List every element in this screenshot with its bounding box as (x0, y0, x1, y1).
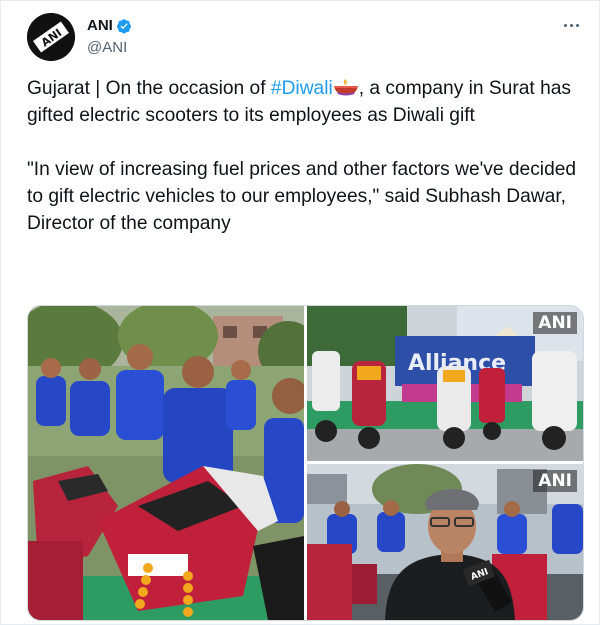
diya-lamp-icon (333, 79, 358, 96)
photo-director-interview[interactable]: ANI ANI (307, 464, 583, 620)
avatar[interactable]: ANI (27, 13, 75, 61)
tweet-paragraph-1: Gujarat | On the occasion of #Diwali , a… (27, 78, 572, 126)
user-handle[interactable]: @ANI (87, 39, 127, 56)
verified-badge-icon (116, 18, 131, 33)
tweet-card: ANI ANI @ANI Gujarat | On the occasion o… (0, 0, 600, 625)
display-name[interactable]: ANI (87, 17, 113, 34)
hashtag-link[interactable]: #Diwali (271, 78, 333, 99)
name-row: ANI (87, 17, 132, 34)
tweet-paragraph-2: "In view of increasing fuel prices and o… (27, 159, 577, 234)
tweet-text: Gujarat | On the occasion of #Diwali , a… (27, 75, 583, 237)
media-grid[interactable]: Alliance ANI ANI ANI (27, 305, 584, 621)
tweet-header: ANI ANI @ANI (27, 11, 587, 63)
photo-scooters-display[interactable]: Alliance ANI (307, 306, 583, 461)
photo-employees-with-scooters[interactable] (28, 306, 304, 620)
more-options-icon[interactable] (557, 15, 585, 35)
ani-watermark: ANI (533, 312, 577, 334)
photo-employees-scene (28, 306, 304, 620)
ani-watermark: ANI (533, 470, 577, 492)
ani-logo: ANI (27, 13, 75, 61)
